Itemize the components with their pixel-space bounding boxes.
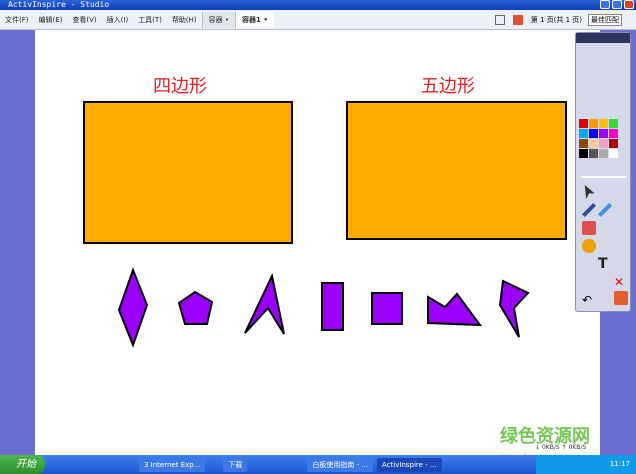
minimize-button[interactable] xyxy=(600,0,610,9)
page-info: 第 1 页(共 1 页) xyxy=(530,15,582,24)
tab-container[interactable]: 容器 • xyxy=(201,11,236,28)
upload-speed: 0KB/S xyxy=(568,444,587,451)
palette-color-swatch[interactable] xyxy=(599,119,608,128)
delete-icon[interactable]: ✕ xyxy=(614,275,628,289)
eraser-tool-icon[interactable] xyxy=(582,221,596,235)
zoom-select[interactable]: 最佳匹配 xyxy=(588,13,622,26)
menu-insert[interactable]: 插入(I) xyxy=(102,15,134,25)
palette-color-swatch[interactable] xyxy=(609,139,618,148)
palette-color-swatch[interactable] xyxy=(609,119,618,128)
toolbox-header[interactable] xyxy=(576,33,630,43)
title-bar: ActivInspire - Studio xyxy=(0,0,636,10)
palette-color-swatch[interactable] xyxy=(579,129,588,138)
window-title: ActivInspire - Studio xyxy=(8,0,110,9)
select-tool-icon[interactable] xyxy=(584,185,595,199)
color-palette xyxy=(579,119,618,158)
palette-color-swatch[interactable] xyxy=(609,149,618,158)
kite-shape[interactable] xyxy=(117,267,149,348)
task-ie[interactable]: 3 Internet Exp... xyxy=(139,457,206,472)
palette-color-swatch[interactable] xyxy=(599,149,608,158)
menu-bar: 文件(F) 编辑(E) 查看(V) 插入(I) 工具(T) 帮助(H) 容器 •… xyxy=(0,10,636,30)
tab-container1[interactable]: 容器1 • xyxy=(235,11,274,28)
clock: 11:17 xyxy=(609,460,630,468)
pen-width-slider[interactable] xyxy=(581,176,626,178)
left-margin xyxy=(0,30,35,455)
task-download[interactable]: 下载 xyxy=(223,457,248,472)
tools-menu-icon[interactable] xyxy=(614,291,628,305)
menu-view[interactable]: 查看(V) xyxy=(67,15,101,25)
arrow-quad-shape[interactable] xyxy=(244,272,285,335)
maximize-button[interactable] xyxy=(612,0,622,9)
task-activinspire[interactable]: ActivInspire - ... xyxy=(377,457,442,472)
pentagon-box[interactable] xyxy=(346,101,567,240)
menu-help[interactable]: 帮助(H) xyxy=(167,15,202,25)
square-shape[interactable] xyxy=(371,292,403,325)
rectangle-shape[interactable] xyxy=(321,282,344,331)
highlighter-tool-icon[interactable] xyxy=(598,203,612,217)
menu-file[interactable]: 文件(F) xyxy=(0,15,34,25)
download-speed: 0KB/S xyxy=(541,444,560,451)
pen-tool-icon[interactable] xyxy=(582,203,596,217)
irregular-pentagon-shape[interactable] xyxy=(427,292,483,327)
page-view-icon[interactable] xyxy=(494,14,505,25)
palette-color-swatch[interactable] xyxy=(589,119,598,128)
flipchart-icon[interactable] xyxy=(512,14,523,25)
start-button[interactable]: 开始 xyxy=(0,455,45,474)
network-meter: ↓ 0KB/S ↑ 0KB/S xyxy=(535,444,587,451)
palette-color-swatch[interactable] xyxy=(589,129,598,138)
shape-tool-icon[interactable] xyxy=(582,239,596,253)
undo-icon[interactable]: ↶ xyxy=(582,293,596,307)
pentagon-shape[interactable] xyxy=(177,290,214,325)
taskbar: 开始 3 Internet Exp... 下载 白板使用指南 - ... Act… xyxy=(0,455,636,474)
menu-edit[interactable]: 编辑(E) xyxy=(34,15,68,25)
flipchart-canvas[interactable]: 四边形 五边形 xyxy=(35,30,600,455)
palette-color-swatch[interactable] xyxy=(579,139,588,148)
system-tray: 11:17 xyxy=(536,455,636,474)
palette-color-swatch[interactable] xyxy=(579,119,588,128)
palette-color-swatch[interactable] xyxy=(589,139,598,148)
palette-color-swatch[interactable] xyxy=(589,149,598,158)
palette-color-swatch[interactable] xyxy=(609,129,618,138)
task-guide[interactable]: 白板使用指南 - ... xyxy=(307,457,374,472)
close-button[interactable] xyxy=(624,0,634,9)
shapes-layer xyxy=(83,101,567,348)
palette-color-swatch[interactable] xyxy=(579,149,588,158)
irregular-pentagon-shape-2[interactable] xyxy=(498,279,530,338)
main-toolbox: T ✕ ↶ xyxy=(575,32,631,312)
text-tool-icon[interactable]: T xyxy=(598,257,612,271)
palette-color-swatch[interactable] xyxy=(599,129,608,138)
quadrilateral-box[interactable] xyxy=(83,101,293,244)
menu-tools[interactable]: 工具(T) xyxy=(133,15,167,25)
palette-color-swatch[interactable] xyxy=(599,139,608,148)
